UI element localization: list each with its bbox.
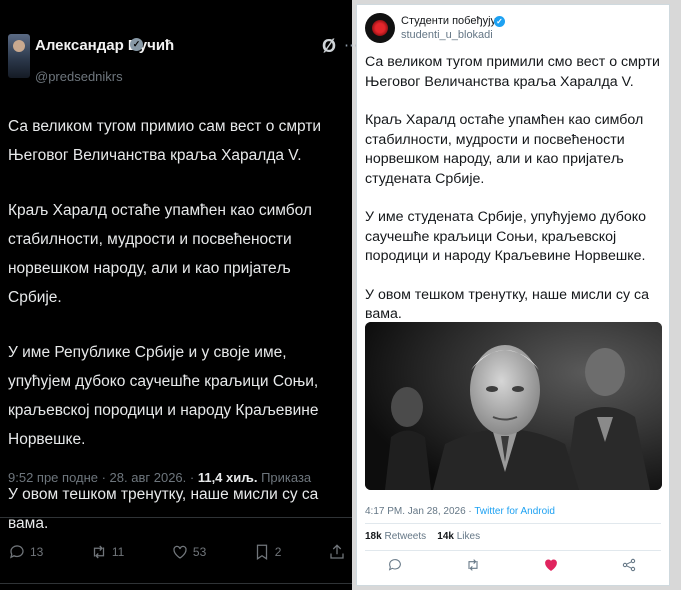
tweet-meta: 4:17 PM. Jan 28, 2026 · Twitter for Andr… [365,506,555,517]
tweet-paragraph: У овом тешком тренутку, наше мисли су са… [365,286,649,323]
tweet-text: Са великом тугом примио сам вест о смрти… [8,112,348,564]
heart-icon [545,558,557,571]
tweet-meta: 9:52 пре подне · 28. авг 2026. · 11,4 хи… [8,470,311,485]
tweet-paragraph: Са великом тугом примили смо вест о смрт… [365,54,660,90]
retweets-count[interactable]: 18k [365,531,382,542]
tweet-photo[interactable] [365,322,662,490]
left-tweet-header: Александар Вучић ✓ @predsednikrs Ø ⋯ [8,30,359,84]
author-name[interactable]: Студенти побеђују [401,15,496,27]
retweet-icon [468,558,478,571]
tweet-paragraph: Са великом тугом примио сам вест о смрти… [8,118,322,164]
like-button[interactable]: 53 [171,543,206,561]
timestamp[interactable]: 4:17 PM. Jan 28, 2026 · [365,506,474,517]
reply-button[interactable]: 13 [8,543,43,561]
source-link[interactable]: Twitter for Android [474,506,555,517]
left-tweet-card: Александар Вучић ✓ @predsednikrs Ø ⋯ Са … [0,0,359,590]
verified-badge-icon: ✓ [494,16,505,27]
divider [0,583,352,584]
bookmark-count: 2 [274,545,282,559]
share-icon [622,558,636,571]
tweet-text: Са великом тугом примили смо вест о смрт… [365,53,665,344]
engagement-stats: 18k Retweets 14k Likes [365,531,480,542]
tweet-paragraph: Краљ Харалд остаће упамћен као симбол ст… [365,112,644,187]
views-count: 11,4 хиљ. [197,470,258,485]
retweets-label[interactable]: Retweets [382,531,426,542]
divider [365,523,661,524]
right-tweet-card: Студенти побеђују ✓ studenti_u_blokadi С… [356,4,670,586]
photo-illustration [365,322,662,490]
grok-icon[interactable]: Ø [322,36,336,57]
author-handle[interactable]: studenti_u_blokadi [401,29,493,41]
like-button[interactable] [543,557,559,578]
views-label: Приказа [257,470,312,485]
divider [365,550,661,551]
reply-icon [388,558,401,571]
tweet-paragraph: У име Републике Србије и у своје име, уп… [8,344,319,448]
reply-icon [10,545,24,559]
action-bar: 13 11 53 2 [8,540,346,564]
retweet-icon [93,545,105,559]
timestamp[interactable]: 9:52 пре подне · 28. авг 2026. · [8,470,198,485]
retweet-button[interactable] [465,557,481,578]
reply-count: 13 [30,545,44,559]
author-handle[interactable]: @predsednikrs [35,69,123,84]
reply-button[interactable] [387,557,403,578]
share-button[interactable] [621,557,637,578]
like-count: 53 [192,545,207,559]
retweet-count: 11 [111,545,125,559]
avatar[interactable] [365,13,395,43]
heart-icon [173,545,187,559]
author-name[interactable]: Александар Вучић [35,37,174,54]
bookmark-button[interactable]: 2 [253,543,282,561]
share-button[interactable] [328,543,346,561]
bookmark-icon [256,544,267,560]
action-bar [387,557,637,577]
divider [0,517,352,518]
retweet-button[interactable]: 11 [90,543,124,561]
avatar[interactable] [8,34,30,78]
tweet-paragraph: Краљ Харалд остаће упамћен као симбол ст… [8,202,312,306]
verified-badge-icon: ✓ [130,38,143,51]
likes-count[interactable]: 14k [437,531,454,542]
share-icon [330,544,344,559]
likes-label[interactable]: Likes [454,531,480,542]
tweet-paragraph: У име студената Србије, упућујемо дубоко… [365,209,646,264]
tweet-paragraph: У овом тешком тренутку, наше мисли су са… [8,486,319,532]
